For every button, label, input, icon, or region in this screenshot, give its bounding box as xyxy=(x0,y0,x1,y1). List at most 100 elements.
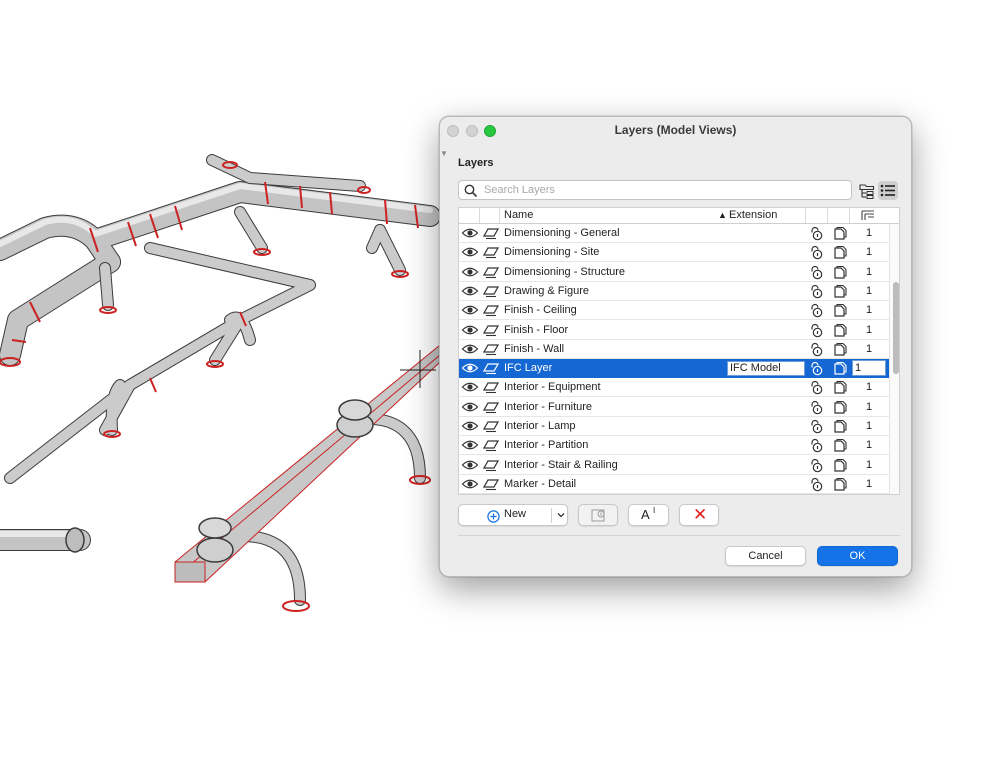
eye-icon[interactable] xyxy=(461,438,479,452)
lock-icon[interactable] xyxy=(809,284,825,299)
eye-icon[interactable] xyxy=(461,245,479,259)
table-header: Name ▲ Extension xyxy=(459,208,899,224)
lock-icon[interactable] xyxy=(809,380,825,395)
list-view-button[interactable] xyxy=(878,181,898,200)
collapse-triangle-icon[interactable]: ▼ xyxy=(440,149,448,158)
table-scrollbar[interactable] xyxy=(889,224,899,494)
table-row[interactable]: Interior - Partition 1 xyxy=(459,436,889,456)
eye-icon[interactable] xyxy=(461,458,479,472)
eye-icon[interactable] xyxy=(461,226,479,240)
folder-view-button[interactable] xyxy=(857,181,877,200)
rename-layer-button[interactable]: A I xyxy=(628,504,669,526)
page-icon[interactable] xyxy=(833,458,848,473)
layer-plane-icon xyxy=(483,382,499,394)
table-row[interactable]: Finish - Ceiling 1 xyxy=(459,301,889,321)
intersection-number[interactable]: 1 xyxy=(866,246,872,258)
eye-icon[interactable] xyxy=(461,400,479,414)
page-icon[interactable] xyxy=(833,438,848,453)
lock-icon[interactable] xyxy=(809,265,825,280)
table-row[interactable]: IFC Layer IFC Model 1 xyxy=(459,359,889,379)
page-icon[interactable] xyxy=(833,265,848,280)
page-icon[interactable] xyxy=(833,380,848,395)
intersection-number[interactable]: 1 xyxy=(866,420,872,432)
plus-circle-icon xyxy=(487,510,500,523)
intersection-number-field[interactable]: 1 xyxy=(852,360,886,377)
table-row[interactable]: Dimensioning - Site 1 xyxy=(459,243,889,263)
intersection-number[interactable]: 1 xyxy=(866,266,872,278)
scrollbar-thumb[interactable] xyxy=(893,282,899,374)
delete-layer-button[interactable]: ✕ xyxy=(679,504,719,526)
intersection-number[interactable]: 1 xyxy=(866,381,872,393)
eye-icon[interactable] xyxy=(461,265,479,279)
layer-name: IFC Layer xyxy=(504,362,553,375)
layer-plane-icon xyxy=(483,421,499,433)
page-icon[interactable] xyxy=(833,284,848,299)
lock-icon[interactable] xyxy=(809,458,825,473)
table-row[interactable]: Dimensioning - Structure 1 xyxy=(459,263,889,282)
intersection-number[interactable]: 1 xyxy=(866,478,872,490)
page-icon[interactable] xyxy=(833,245,848,260)
intersection-number[interactable]: 1 xyxy=(866,401,872,413)
page-icon[interactable] xyxy=(833,342,848,357)
page-icon[interactable] xyxy=(833,303,848,318)
page-icon[interactable] xyxy=(833,361,848,376)
table-row[interactable]: Finish - Floor 1 xyxy=(459,321,889,340)
eye-icon[interactable] xyxy=(461,361,479,375)
layer-name: Finish - Floor xyxy=(504,323,569,336)
import-layers-button[interactable] xyxy=(578,504,618,526)
lock-icon[interactable] xyxy=(809,400,825,415)
intersection-number[interactable]: 1 xyxy=(866,304,872,316)
eye-icon[interactable] xyxy=(461,323,479,337)
name-column-header[interactable]: Name xyxy=(504,209,533,221)
layer-name: Interior - Equipment xyxy=(504,381,601,394)
table-row[interactable]: Interior - Stair & Railing 1 xyxy=(459,456,889,475)
lock-icon[interactable] xyxy=(809,438,825,453)
table-row[interactable]: Interior - Equipment 1 xyxy=(459,378,889,398)
extension-field[interactable]: IFC Model xyxy=(727,361,805,377)
extension-column-header[interactable]: Extension xyxy=(729,209,777,221)
page-icon[interactable] xyxy=(833,323,848,338)
eye-icon[interactable] xyxy=(461,477,479,491)
layer-name: Finish - Wall xyxy=(504,342,565,355)
eye-icon[interactable] xyxy=(461,380,479,394)
layer-plane-icon xyxy=(483,266,499,278)
new-layer-button[interactable]: New xyxy=(458,504,568,526)
table-row[interactable]: Interior - Furniture 1 xyxy=(459,398,889,417)
eye-icon[interactable] xyxy=(461,419,479,433)
eye-icon[interactable] xyxy=(461,284,479,298)
eye-icon[interactable] xyxy=(461,303,479,317)
page-icon[interactable] xyxy=(833,419,848,434)
lock-icon[interactable] xyxy=(809,323,825,338)
search-field[interactable]: Search Layers xyxy=(458,180,852,200)
page-icon[interactable] xyxy=(833,400,848,415)
page-icon[interactable] xyxy=(833,477,848,492)
lock-icon[interactable] xyxy=(809,342,825,357)
intersection-number[interactable]: 1 xyxy=(866,324,872,336)
divider xyxy=(458,535,900,536)
search-icon xyxy=(464,184,477,197)
ok-button[interactable]: OK xyxy=(817,546,898,566)
table-row[interactable]: Drawing & Figure 1 xyxy=(459,282,889,301)
lock-icon[interactable] xyxy=(809,477,825,492)
lock-icon[interactable] xyxy=(809,419,825,434)
table-row[interactable]: Interior - Lamp 1 xyxy=(459,417,889,436)
table-row[interactable]: Dimensioning - General 1 xyxy=(459,224,889,243)
layers-section-label: Layers xyxy=(458,157,494,169)
intersection-number[interactable]: 1 xyxy=(866,439,872,451)
layer-plane-icon xyxy=(483,247,499,259)
layer-plane-icon xyxy=(483,363,499,375)
cancel-button[interactable]: Cancel xyxy=(725,546,806,566)
lock-icon[interactable] xyxy=(809,303,825,318)
page-icon[interactable] xyxy=(833,226,848,241)
intersection-number[interactable]: 1 xyxy=(866,459,872,471)
lock-icon[interactable] xyxy=(809,361,825,376)
intersection-number[interactable]: 1 xyxy=(866,343,872,355)
table-row[interactable]: Finish - Wall 1 xyxy=(459,340,889,359)
eye-icon[interactable] xyxy=(461,342,479,356)
intersection-number[interactable]: 1 xyxy=(866,285,872,297)
chevron-down-icon[interactable] xyxy=(555,509,567,521)
table-row[interactable]: Marker - Detail 1 xyxy=(459,475,889,494)
lock-icon[interactable] xyxy=(809,245,825,260)
lock-icon[interactable] xyxy=(809,226,825,241)
intersection-number[interactable]: 1 xyxy=(866,227,872,239)
